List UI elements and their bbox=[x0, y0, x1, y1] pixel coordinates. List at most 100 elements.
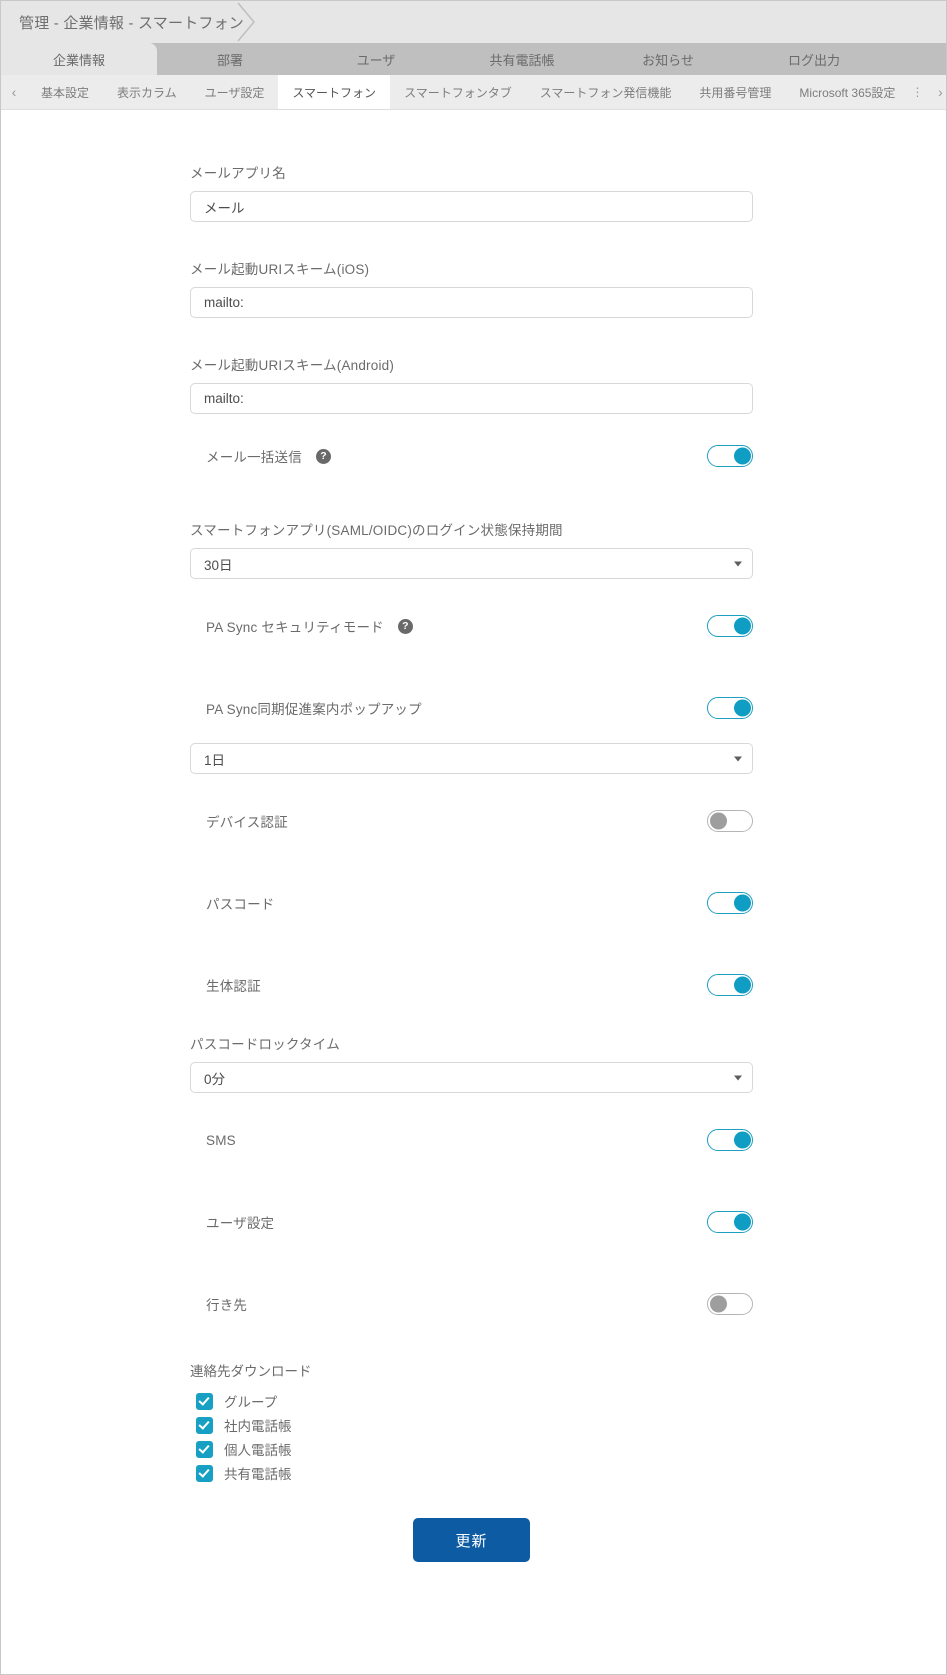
field-passcode-lock-time: パスコードロックタイム 0分 bbox=[190, 1033, 753, 1093]
subtab-user-settings[interactable]: ユーザ設定 bbox=[191, 75, 279, 109]
help-icon[interactable]: ? bbox=[315, 448, 331, 464]
pa-sync-popup-interval-select[interactable]: 1日 bbox=[190, 743, 753, 774]
toggle-label: 行き先 bbox=[206, 1298, 248, 1313]
field-mail-uri-android: メール起動URIスキーム(Android) bbox=[190, 354, 753, 414]
section-title: 連絡先ダウンロード bbox=[190, 1364, 312, 1379]
chevron-left-icon[interactable]: ‹ bbox=[1, 75, 27, 109]
checkbox-icon[interactable] bbox=[196, 1416, 213, 1434]
pa-sync-security-toggle[interactable] bbox=[707, 615, 753, 637]
row-biometric: 生体認証 bbox=[190, 974, 753, 996]
toggle-knob bbox=[733, 447, 751, 465]
field-pa-sync-popup-interval: 1日 bbox=[190, 743, 753, 774]
tab-company-info[interactable]: 企業情報 bbox=[1, 43, 157, 75]
pa-sync-popup-toggle[interactable] bbox=[707, 697, 753, 719]
checkbox-icon[interactable] bbox=[196, 1464, 213, 1482]
update-button[interactable]: 更新 bbox=[413, 1518, 530, 1562]
chevron-right-icon[interactable]: › bbox=[925, 75, 946, 109]
subtab-microsoft-365[interactable]: Microsoft 365設定 bbox=[785, 75, 909, 109]
toggle-knob bbox=[733, 1131, 751, 1149]
field-mail-app-name: メールアプリ名 bbox=[190, 162, 753, 222]
checkbox-row-personal-phonebook[interactable]: 個人電話帳 bbox=[190, 1437, 753, 1461]
breadcrumb-chevron-icon bbox=[234, 1, 264, 43]
toggle-label: SMS bbox=[206, 1132, 236, 1148]
subtab-display-columns[interactable]: 表示カラム bbox=[103, 75, 191, 109]
more-options-icon[interactable]: ⋮ bbox=[909, 75, 925, 109]
tab-label: ユーザ bbox=[356, 52, 396, 68]
checkbox-row-shared-phonebook[interactable]: 共有電話帳 bbox=[190, 1461, 753, 1485]
row-pa-sync-security: PA Sync セキュリティモード ? bbox=[190, 615, 753, 637]
tab-label: ログ出力 bbox=[787, 52, 840, 68]
mail-app-name-input[interactable] bbox=[190, 191, 753, 222]
user-settings-toggle[interactable] bbox=[707, 1211, 753, 1233]
subtab-label: ユーザ設定 bbox=[204, 85, 265, 100]
toggle-label: ユーザ設定 bbox=[206, 1216, 275, 1231]
subtab-smartphone-calling[interactable]: スマートフォン発信機能 bbox=[526, 75, 686, 109]
checkbox-row-group[interactable]: グループ bbox=[190, 1389, 753, 1413]
passcode-lock-time-select-wrap: 0分 bbox=[190, 1062, 753, 1093]
row-user-settings: ユーザ設定 bbox=[190, 1211, 753, 1233]
toggle-knob bbox=[733, 617, 751, 635]
row-destination: 行き先 bbox=[190, 1293, 753, 1315]
field-label: メール起動URIスキーム(iOS) bbox=[190, 262, 370, 277]
tab-label: お知らせ bbox=[642, 52, 694, 68]
biometric-toggle[interactable] bbox=[707, 974, 753, 996]
sms-toggle[interactable] bbox=[707, 1129, 753, 1151]
tab-label: 企業情報 bbox=[52, 52, 105, 68]
subtab-basic-settings[interactable]: 基本設定 bbox=[27, 75, 103, 109]
app-window: 管理 - 企業情報 - スマートフォン 企業情報 部署 ユーザ 共有電話帳 お知… bbox=[0, 0, 947, 1675]
row-mail-bulk-send: メール一括送信 ? bbox=[190, 445, 753, 467]
primary-tab-bar: 企業情報 部署 ユーザ 共有電話帳 お知らせ ログ出力 bbox=[1, 43, 946, 75]
toggle-knob bbox=[733, 1213, 751, 1231]
device-auth-toggle[interactable] bbox=[707, 810, 753, 832]
field-label: メールアプリ名 bbox=[190, 166, 286, 181]
tab-shared-phonebook[interactable]: 共有電話帳 bbox=[449, 43, 595, 75]
subtab-smartphone-tab[interactable]: スマートフォンタブ bbox=[390, 75, 526, 109]
toggle-knob bbox=[733, 699, 751, 717]
settings-form: メールアプリ名 メール起動URIスキーム(iOS) メール起動URIスキーム(A… bbox=[1, 110, 946, 1592]
checkbox-label: 個人電話帳 bbox=[224, 1443, 292, 1458]
row-sms: SMS bbox=[190, 1129, 753, 1151]
field-mail-uri-ios: メール起動URIスキーム(iOS) bbox=[190, 258, 753, 318]
checkbox-row-internal-phonebook[interactable]: 社内電話帳 bbox=[190, 1413, 753, 1437]
select-value: 1日 bbox=[204, 752, 226, 768]
toggle-knob bbox=[733, 894, 751, 912]
help-icon[interactable]: ? bbox=[397, 618, 413, 634]
subtab-label: スマートフォン発信機能 bbox=[539, 85, 672, 100]
field-login-retention: スマートフォンアプリ(SAML/OIDC)のログイン状態保持期間 30日 bbox=[190, 519, 753, 579]
checkbox-icon[interactable] bbox=[196, 1392, 213, 1410]
breadcrumb-bar: 管理 - 企業情報 - スマートフォン bbox=[1, 1, 946, 43]
mail-uri-android-input[interactable] bbox=[190, 383, 753, 414]
login-retention-select[interactable]: 30日 bbox=[190, 548, 753, 579]
passcode-toggle[interactable] bbox=[707, 892, 753, 914]
toggle-label: 生体認証 bbox=[206, 979, 261, 994]
subtab-label: スマートフォンタブ bbox=[404, 85, 512, 100]
select-value: 0分 bbox=[204, 1071, 226, 1087]
mail-uri-ios-input[interactable] bbox=[190, 287, 753, 318]
checkbox-icon[interactable] bbox=[196, 1440, 213, 1458]
sub-tab-bar: ‹ 基本設定 表示カラム ユーザ設定 スマートフォン スマートフォンタブ スマー… bbox=[1, 75, 946, 110]
subtab-shared-number-mgmt[interactable]: 共用番号管理 bbox=[685, 75, 785, 109]
subtab-smartphone[interactable]: スマートフォン bbox=[278, 75, 391, 109]
tab-label: 共有電話帳 bbox=[489, 52, 555, 68]
tab-label: 部署 bbox=[216, 52, 243, 68]
toggle-knob bbox=[733, 976, 751, 994]
checkbox-label: 共有電話帳 bbox=[224, 1467, 292, 1482]
toggle-label: パスコード bbox=[206, 897, 275, 912]
field-label: メール起動URIスキーム(Android) bbox=[190, 358, 395, 373]
subtab-label: 基本設定 bbox=[41, 85, 90, 100]
toggle-label: PA Sync同期促進案内ポップアップ bbox=[206, 702, 422, 717]
tab-departments[interactable]: 部署 bbox=[157, 43, 303, 75]
toggle-label: メール一括送信 bbox=[206, 450, 302, 465]
select-value: 30日 bbox=[204, 557, 233, 573]
tab-notices[interactable]: お知らせ bbox=[595, 43, 741, 75]
row-device-auth: デバイス認証 bbox=[190, 810, 753, 832]
tab-users[interactable]: ユーザ bbox=[303, 43, 449, 75]
subtab-label: Microsoft 365設定 bbox=[799, 85, 896, 100]
tab-log-export[interactable]: ログ出力 bbox=[741, 43, 887, 75]
toggle-label: PA Sync セキュリティモード bbox=[206, 620, 384, 635]
pa-sync-popup-interval-select-wrap: 1日 bbox=[190, 743, 753, 774]
field-label: スマートフォンアプリ(SAML/OIDC)のログイン状態保持期間 bbox=[190, 523, 563, 538]
mail-bulk-send-toggle[interactable] bbox=[707, 445, 753, 467]
destination-toggle[interactable] bbox=[707, 1293, 753, 1315]
passcode-lock-time-select[interactable]: 0分 bbox=[190, 1062, 753, 1093]
